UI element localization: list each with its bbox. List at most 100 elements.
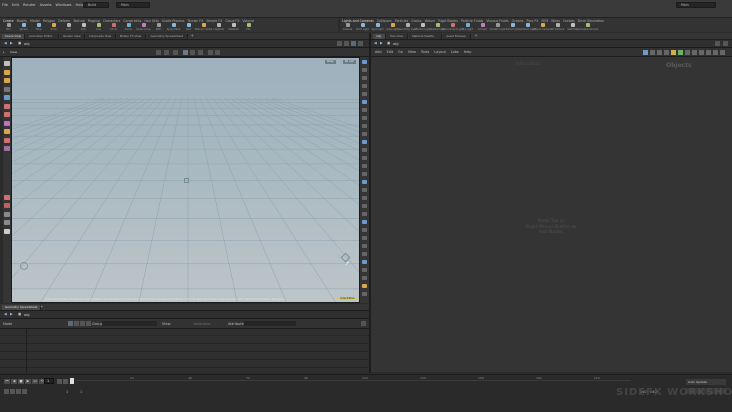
left-tool-icon[interactable]	[4, 78, 10, 83]
tool-button[interactable]: Path	[153, 23, 164, 32]
display-icon[interactable]	[198, 50, 203, 55]
main-dropdown[interactable]: Main	[116, 2, 150, 8]
playback-button[interactable]: ▶	[25, 379, 31, 384]
start-frame-2[interactable]: 1	[80, 390, 82, 394]
forward-icon[interactable]: ▶	[10, 41, 13, 45]
menu-item[interactable]: Render	[23, 3, 36, 7]
left-tool-icon[interactable]	[4, 112, 10, 117]
left-tool-icon[interactable]	[4, 103, 10, 109]
tool-button[interactable]: Spray Paint	[167, 23, 180, 32]
left-tool-icon[interactable]	[4, 95, 10, 100]
net-tool-icon[interactable]	[657, 50, 662, 55]
group-field[interactable]	[102, 321, 157, 326]
left-tool-icon[interactable]	[4, 120, 10, 126]
viewer-toolbar-arrow[interactable]: ▸	[3, 50, 5, 54]
step-forward-icon[interactable]	[63, 379, 68, 384]
right-tool-icon[interactable]	[362, 228, 367, 232]
net-tool-icon[interactable]	[699, 50, 704, 55]
right-tool-icon[interactable]	[362, 156, 367, 160]
right-tool-icon[interactable]	[362, 268, 367, 272]
points-icon[interactable]	[68, 321, 73, 326]
tool-button[interactable]: Box	[3, 23, 14, 32]
sheet-intrinsics[interactable]: Intrinsics	[194, 322, 210, 326]
net-pin-icon[interactable]	[715, 41, 720, 46]
tool-button[interactable]: Tube	[33, 23, 44, 32]
net-path[interactable]: obj	[393, 42, 398, 46]
add-tab-icon[interactable]: +	[474, 33, 477, 38]
net-tool-icon[interactable]	[713, 50, 718, 55]
right-tool-icon[interactable]	[362, 188, 367, 192]
tool-button[interactable]: L-System	[213, 23, 224, 32]
tool-button[interactable]: Gamepad Camera	[577, 23, 598, 32]
tab-geometry-spreadsheet[interactable]: Geometry Spreadsheet	[2, 305, 42, 310]
tool-button[interactable]: GI Light	[477, 23, 488, 32]
viewer-tab[interactable]: Composite View	[85, 34, 116, 39]
tool-button[interactable]: Geometry Light	[398, 23, 417, 32]
net-forward-icon[interactable]: ▶	[380, 41, 383, 45]
sheet-path[interactable]: obj	[24, 313, 29, 317]
back-icon[interactable]: ◀	[4, 41, 7, 45]
right-tool-icon[interactable]	[362, 100, 367, 104]
sheet-options-icon[interactable]	[361, 321, 366, 326]
tool-button[interactable]: Curve	[123, 23, 134, 32]
right-tool-icon[interactable]	[362, 124, 367, 128]
left-tool-icon[interactable]	[4, 211, 10, 217]
net-menu-item[interactable]: Labs	[451, 50, 459, 54]
light-icon[interactable]	[215, 50, 220, 55]
realtime-icon[interactable]	[4, 389, 9, 394]
right-tool-icon[interactable]	[362, 180, 367, 184]
tool-button[interactable]: File	[243, 23, 254, 32]
playback-button[interactable]: ■	[18, 379, 24, 384]
left-tool-icon[interactable]	[4, 129, 10, 134]
right-tool-icon[interactable]	[362, 276, 367, 280]
audio-icon[interactable]	[10, 389, 15, 394]
tool-button[interactable]: Spot Light	[371, 23, 384, 32]
sheet-view-label[interactable]: View	[162, 322, 171, 326]
net-tool-icon[interactable]	[643, 50, 648, 55]
tool-button[interactable]: Circle	[108, 23, 119, 32]
viewer-path[interactable]: obj	[24, 42, 29, 46]
left-tool-icon[interactable]	[4, 146, 10, 151]
right-tool-icon[interactable]	[362, 292, 367, 296]
keys-icon[interactable]	[16, 389, 21, 394]
net-tab[interactable]: /obj	[373, 34, 386, 39]
sheet-forward-icon[interactable]: ▶	[10, 312, 13, 316]
build-dropdown[interactable]: Build	[83, 2, 109, 8]
viewer-tab[interactable]: Scene View	[2, 34, 25, 39]
right-tool-icon[interactable]	[362, 132, 367, 136]
net-back-icon[interactable]: ◀	[374, 41, 377, 45]
right-tool-icon[interactable]	[362, 260, 367, 264]
start-frame[interactable]: 1	[66, 390, 68, 394]
tool-button[interactable]: Platonic Solids	[195, 23, 212, 32]
net-tool-icon[interactable]	[720, 50, 725, 55]
right-tool-icon[interactable]	[362, 148, 367, 152]
tool-button[interactable]: Torus	[48, 23, 59, 32]
tool-button[interactable]: Area Light	[386, 23, 399, 32]
persp-label[interactable]: Persp	[325, 60, 336, 64]
net-menu-item[interactable]: Add	[375, 50, 382, 54]
right-tool-icon[interactable]	[362, 196, 367, 200]
right-tool-icon[interactable]	[362, 60, 367, 64]
menu-item[interactable]: Edit	[12, 3, 19, 7]
current-frame-field[interactable]: 1	[44, 378, 54, 384]
maximize-icon[interactable]	[358, 41, 363, 46]
select-icon[interactable]	[156, 50, 161, 55]
viewer-tab[interactable]: Animation Editor	[26, 34, 60, 39]
handle-icon[interactable]	[183, 50, 188, 55]
right-tool-icon[interactable]	[362, 212, 367, 216]
tool-button[interactable]: Sphere	[18, 23, 29, 32]
left-tool-icon[interactable]	[4, 194, 10, 200]
tool-button[interactable]: Camera	[342, 23, 353, 32]
camera-label[interactable]: No cam	[343, 60, 357, 64]
net-menu-item[interactable]: Go	[398, 50, 403, 54]
pin-icon[interactable]	[337, 41, 342, 46]
tool-button[interactable]: Sky Light	[462, 23, 473, 32]
right-tool-icon[interactable]	[362, 164, 367, 168]
tool-button[interactable]: Caustic Light	[490, 23, 505, 32]
network-editor[interactable]: Indie Edition Objects Press Tab or Right…	[371, 57, 732, 372]
net-tab[interactable]: Asset Browser	[443, 34, 472, 39]
timeline-cursor[interactable]	[70, 378, 74, 384]
primitives-icon[interactable]	[80, 321, 85, 326]
net-tool-icon[interactable]	[685, 50, 690, 55]
left-tool-icon[interactable]	[4, 203, 10, 208]
